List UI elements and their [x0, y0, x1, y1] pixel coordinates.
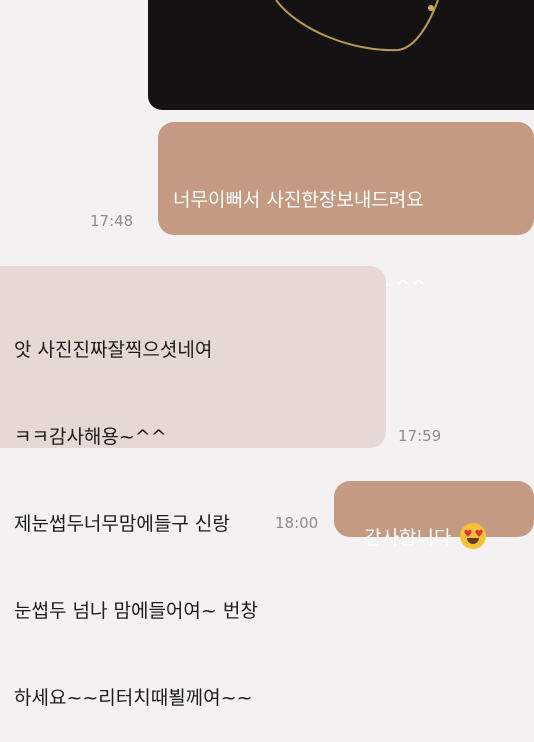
message-timestamp: 18:00: [275, 514, 319, 532]
message-bubble-sent[interactable]: 감사합니다 ♥ ♥: [334, 481, 534, 549]
message-line: 눈썹두 넘나 맘에들어여~ 번창: [14, 600, 258, 622]
heart-eyes-emoji-icon: ♥ ♥: [459, 523, 486, 549]
message-line: 앗 사진진짜잘찍으셧네여: [14, 339, 213, 361]
message-line: 감사합니다: [364, 527, 452, 549]
message-timestamp: 17:59: [398, 427, 442, 445]
message-timestamp: 17:48: [90, 212, 134, 230]
message-line: 하세요~~리터치때뵐께여~~: [14, 687, 253, 709]
shared-photo[interactable]: [148, 0, 534, 110]
message-line: 제눈썹두너무맘에들구 신랑: [14, 513, 230, 535]
message-bubble-received[interactable]: 앗 사진진짜잘찍으셧네여 ㅋㅋ감사해용~^^ 제눈썹두너무맘에들구 신랑 눈썹두…: [0, 266, 386, 709]
message-line: 너무이뻐서 사진한장보내드려요: [173, 189, 424, 211]
message-bubble-sent[interactable]: 너무이뻐서 사진한장보내드려요 믿고맡겨주셔서 감사합니다 ^^ 좋은저녁시간되…: [158, 122, 534, 385]
message-line: ㅋㅋ감사해용~^^: [14, 426, 167, 448]
photo-necklace-graphic: [275, 0, 439, 52]
